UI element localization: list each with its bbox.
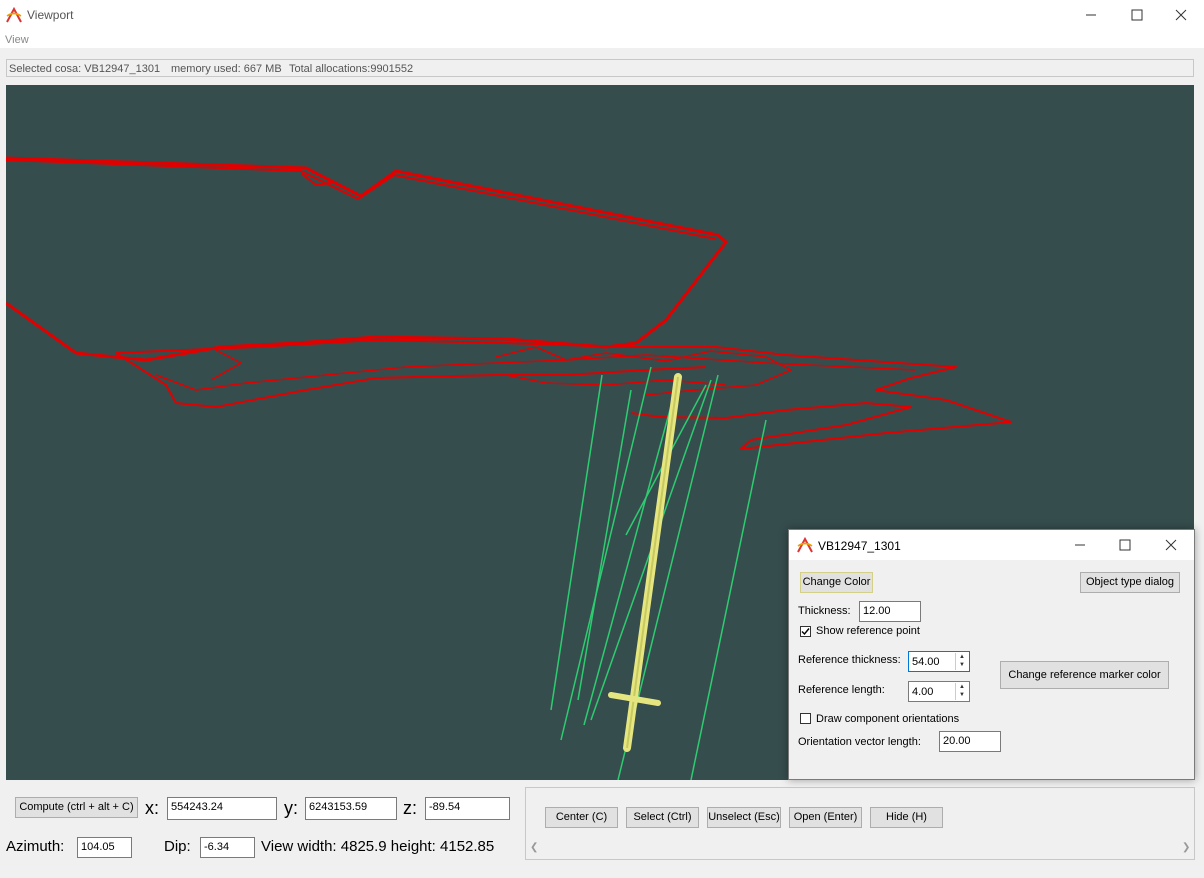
dialog-minimize-button[interactable] (1057, 530, 1103, 560)
open-button[interactable]: Open (Enter) (789, 807, 862, 828)
azimuth-field[interactable]: 104.05 (77, 837, 132, 858)
dialog-title: VB12947_1301 (818, 539, 901, 553)
checkmark-icon (801, 628, 810, 636)
scroll-left-icon[interactable]: ❮ (530, 842, 538, 853)
reference-thickness-value: 54.00 (912, 656, 940, 668)
change-reference-marker-color-button[interactable]: Change reference marker color (1000, 661, 1169, 689)
action-button-group: Center (C) Select (Ctrl) Unselect (Esc) … (525, 787, 1195, 860)
memory-status: memory used: 667 MB (171, 63, 282, 75)
y-label: y: (284, 798, 299, 818)
reference-length-label: Reference length: (798, 684, 885, 696)
object-properties-dialog: VB12947_1301 Change Color Object type di… (788, 529, 1195, 780)
z-label: z: (403, 798, 418, 818)
selected-drillhole[interactable] (608, 373, 682, 752)
minimize-icon (1075, 544, 1085, 546)
show-reference-label: Show reference point (816, 625, 920, 637)
status-bar: Selected cosa: VB12947_1301 memory used:… (6, 59, 1194, 77)
draw-orientations-label: Draw component orientations (816, 713, 960, 725)
allocations-status: Total allocations:9901552 (289, 63, 414, 75)
spin-arrows-icon[interactable]: ▲ ▼ (955, 653, 968, 670)
selected-object-status: Selected cosa: VB12947_1301 (9, 63, 161, 75)
scroll-right-icon[interactable]: ❯ (1182, 842, 1190, 853)
unselect-button[interactable]: Unselect (Esc) (707, 807, 781, 828)
orientation-length-field[interactable]: 20.00 (939, 731, 1001, 752)
dialog-maximize-button[interactable] (1102, 530, 1148, 560)
close-icon (1175, 9, 1187, 21)
object-type-dialog-button[interactable]: Object type dialog (1080, 572, 1180, 593)
x-label: x: (145, 798, 160, 818)
compute-button[interactable]: Compute (ctrl + alt + C) (15, 797, 138, 818)
select-button[interactable]: Select (Ctrl) (626, 807, 699, 828)
dip-label: Dip: (164, 838, 191, 855)
menu-view[interactable]: View (5, 34, 29, 46)
reference-thickness-label: Reference thickness: (798, 654, 901, 666)
z-coordinate-field[interactable]: -89.54 (425, 797, 510, 820)
reference-length-spinbox[interactable]: 4.00 ▲ ▼ (908, 681, 970, 702)
minimize-icon (1086, 14, 1096, 16)
dialog-close-button[interactable] (1148, 530, 1194, 560)
azimuth-label: Azimuth: (6, 838, 65, 855)
minimize-button[interactable] (1068, 0, 1114, 30)
y-coordinate-field[interactable]: 6243153.59 (305, 797, 397, 820)
app-logo-icon (6, 7, 22, 23)
draw-orientations-checkbox[interactable] (800, 713, 811, 724)
maximize-button[interactable] (1114, 0, 1160, 30)
thickness-field[interactable]: 12.00 (859, 601, 921, 622)
close-button[interactable] (1158, 0, 1204, 30)
app-logo-icon (797, 537, 813, 553)
window-title: Viewport (27, 8, 74, 22)
reference-thickness-spinbox[interactable]: 54.00 ▲ ▼ (908, 651, 970, 672)
menu-bar: View (0, 30, 1204, 48)
hide-button[interactable]: Hide (H) (870, 807, 943, 828)
thickness-label: Thickness: (798, 605, 851, 617)
reference-length-value: 4.00 (912, 686, 934, 698)
orientation-length-label: Orientation vector length: (798, 736, 921, 748)
view-size-readout: View width: 4825.9 height: 4152.85 (261, 838, 495, 855)
show-reference-checkbox[interactable] (800, 626, 811, 637)
maximize-icon (1119, 539, 1131, 551)
title-bar: Viewport (0, 0, 1204, 30)
drillholes (550, 366, 767, 780)
tunnel-outlines (6, 156, 1012, 450)
center-button[interactable]: Center (C) (545, 807, 618, 828)
dip-field[interactable]: -6.34 (200, 837, 255, 858)
spin-arrows-icon[interactable]: ▲ ▼ (955, 683, 968, 700)
dialog-title-bar: VB12947_1301 (789, 530, 1194, 560)
maximize-icon (1131, 9, 1143, 21)
change-color-button[interactable]: Change Color (800, 572, 873, 593)
x-coordinate-field[interactable]: 554243.24 (167, 797, 277, 820)
close-icon (1165, 539, 1177, 551)
